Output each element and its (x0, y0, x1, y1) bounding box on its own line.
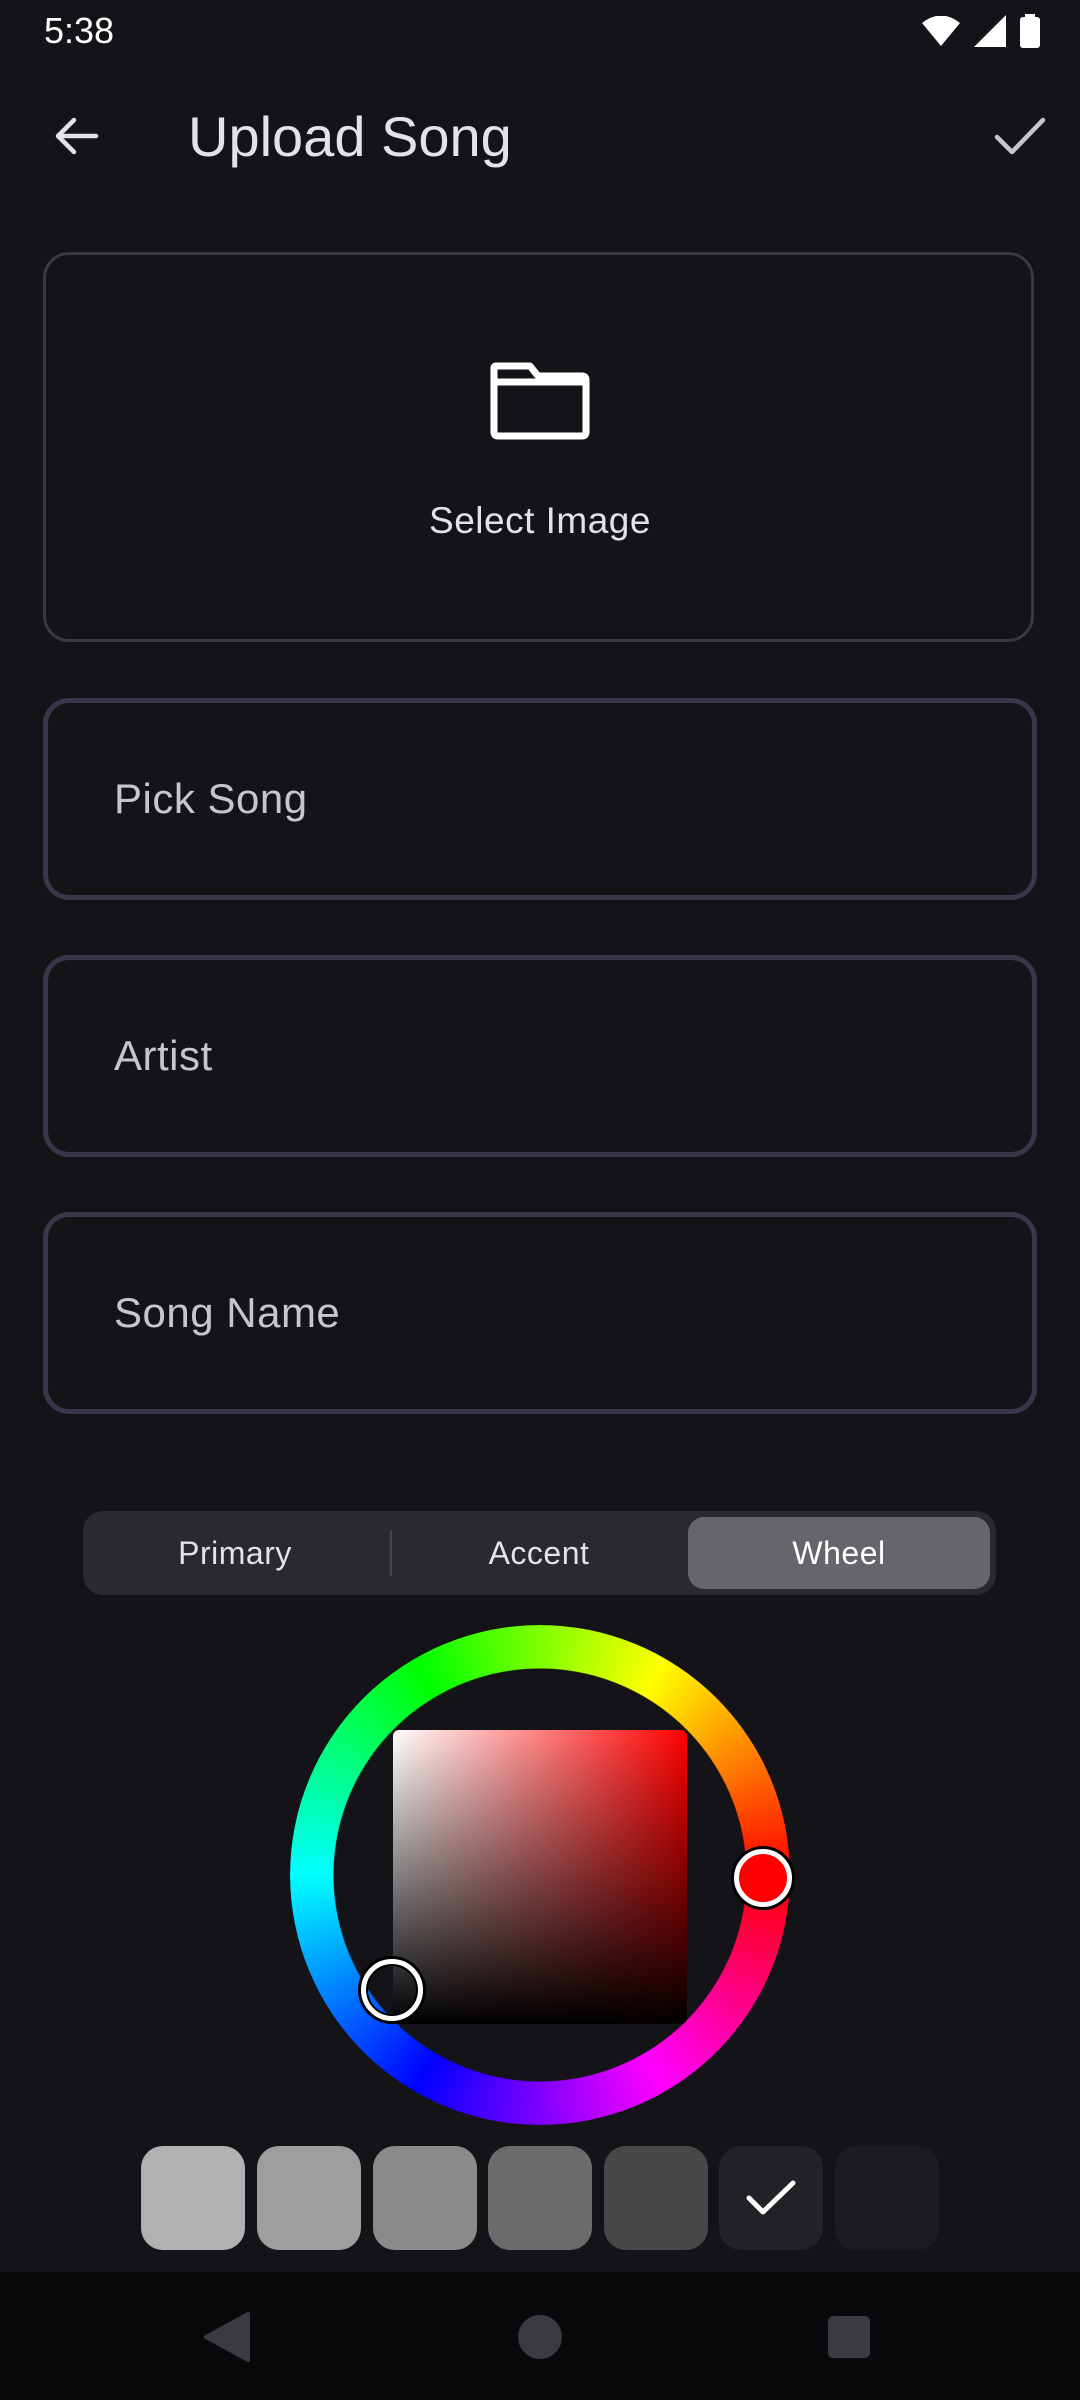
swatch-6-selected[interactable] (719, 2146, 823, 2250)
system-nav-bar (0, 2272, 1080, 2400)
tab-primary[interactable]: Primary (89, 1517, 381, 1589)
tab-wheel[interactable]: Wheel (688, 1517, 990, 1589)
swatch-3[interactable] (373, 2146, 477, 2250)
recents-square-icon[interactable] (828, 2316, 870, 2358)
tab-divider (390, 1530, 392, 1576)
hue-selector-handle[interactable] (734, 1849, 792, 1907)
saturation-value-square[interactable] (393, 1730, 687, 2024)
pick-song-field[interactable]: Pick Song (43, 698, 1037, 900)
confirm-button[interactable] (980, 100, 1060, 172)
swatch-5[interactable] (604, 2146, 708, 2250)
select-image-card[interactable] (43, 252, 1034, 642)
arrow-back-icon (55, 117, 99, 155)
check-icon (994, 117, 1046, 155)
color-wheel[interactable] (290, 1625, 792, 2125)
swatch-1[interactable] (141, 2146, 245, 2250)
swatch-7[interactable] (835, 2146, 939, 2250)
back-triangle-icon[interactable] (202, 2312, 250, 2362)
signal-icon (974, 15, 1006, 47)
color-selector-handle[interactable] (361, 1959, 423, 2021)
color-picker-tabs: Primary Accent Wheel (83, 1511, 996, 1595)
page-title: Upload Song (188, 105, 512, 168)
swatch-2[interactable] (257, 2146, 361, 2250)
tab-accent[interactable]: Accent (393, 1517, 685, 1589)
select-image-label: Select Image (429, 500, 651, 541)
status-bar (0, 0, 1080, 60)
battery-icon (1020, 14, 1040, 48)
back-button[interactable] (40, 100, 112, 172)
swatch-4[interactable] (488, 2146, 592, 2250)
song-name-label: Song Name (114, 1289, 341, 1336)
home-circle-icon[interactable] (517, 2314, 563, 2360)
folder-icon (490, 362, 590, 440)
check-icon (746, 2180, 796, 2215)
status-time: 5:38 (44, 10, 115, 51)
pick-song-label: Pick Song (114, 775, 308, 822)
song-name-field[interactable]: Song Name (43, 1212, 1037, 1414)
artist-field[interactable]: Artist (43, 955, 1037, 1157)
wifi-icon (922, 16, 960, 46)
status-icons (922, 14, 1040, 48)
artist-label: Artist (114, 1032, 213, 1079)
